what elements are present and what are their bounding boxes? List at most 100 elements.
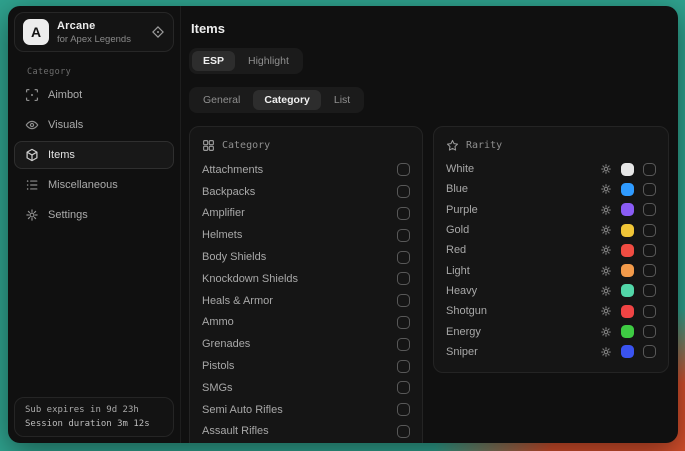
rarity-color-swatch[interactable]: [621, 244, 634, 257]
category-row: Body Shields: [202, 246, 410, 268]
sidebar-item[interactable]: Settings: [14, 201, 174, 229]
sidebar-nav: Aimbot Visuals: [8, 80, 180, 230]
category-panel-title: Category: [222, 140, 270, 151]
rarity-checkbox[interactable]: [643, 224, 656, 237]
page-title: Items: [191, 21, 670, 36]
sidebar: A Arcane for Apex Legends Category: [8, 6, 181, 443]
category-row: Heals & Armor: [202, 290, 410, 312]
sidebar-item-label: Visuals: [48, 119, 83, 131]
category-row-label: Pistols: [202, 360, 234, 372]
sidebar-item[interactable]: Visuals: [14, 111, 174, 139]
rarity-color-swatch[interactable]: [621, 203, 634, 216]
rarity-settings-gear-icon[interactable]: [600, 163, 612, 175]
category-row-label: Attachments: [202, 164, 263, 176]
rarity-checkbox[interactable]: [643, 284, 656, 297]
rarity-settings-gear-icon[interactable]: [600, 326, 612, 338]
sidebar-item[interactable]: Miscellaneous: [14, 171, 174, 199]
rarity-settings-gear-icon[interactable]: [600, 204, 612, 216]
category-row-label: SMGs: [202, 382, 233, 394]
sidebar-item-label: Items: [48, 149, 75, 161]
rarity-color-swatch[interactable]: [621, 305, 634, 318]
category-row: Knockdown Shields: [202, 268, 410, 290]
category-panel: Category Attachments Backpacks Amplifier: [189, 126, 423, 443]
category-row: Amplifier: [202, 203, 410, 225]
app-name: Arcane: [57, 20, 131, 32]
rarity-row: Blue: [446, 179, 656, 199]
category-row-label: Grenades: [202, 338, 250, 350]
category-checkbox[interactable]: [397, 338, 410, 351]
category-checkbox[interactable]: [397, 360, 410, 373]
category-row: Ammo: [202, 312, 410, 334]
rarity-settings-gear-icon[interactable]: [600, 265, 612, 277]
rarity-color-swatch[interactable]: [621, 264, 634, 277]
rarity-row-label: Shotgun: [446, 305, 591, 317]
rarity-settings-gear-icon[interactable]: [600, 183, 612, 195]
category-checkbox[interactable]: [397, 163, 410, 176]
category-checkbox[interactable]: [397, 207, 410, 220]
rarity-row-label: Gold: [446, 224, 591, 236]
rarity-row-label: Light: [446, 265, 591, 277]
sidebar-item[interactable]: Items: [14, 141, 174, 169]
app-subtitle: for Apex Legends: [57, 34, 131, 45]
rarity-checkbox[interactable]: [643, 244, 656, 257]
crosshair-icon: [25, 88, 39, 102]
category-checkbox[interactable]: [397, 229, 410, 242]
category-checkbox[interactable]: [397, 185, 410, 198]
rarity-settings-gear-icon[interactable]: [600, 285, 612, 297]
sidebar-item-label: Miscellaneous: [48, 179, 118, 191]
eye-icon: [25, 118, 39, 132]
rarity-checkbox[interactable]: [643, 163, 656, 176]
rarity-row-label: Purple: [446, 204, 591, 216]
gear-icon: [25, 208, 39, 222]
rarity-row: Energy: [446, 321, 656, 341]
grid-icon: [202, 139, 215, 152]
category-checkbox[interactable]: [397, 316, 410, 329]
mode-toggle: ESPHighlight: [189, 48, 303, 74]
mode-toggle-option[interactable]: ESP: [192, 51, 235, 71]
rarity-color-swatch[interactable]: [621, 163, 634, 176]
cube-icon: [25, 148, 39, 162]
category-row: Assault Rifles: [202, 421, 410, 443]
rarity-panel-title: Rarity: [466, 140, 502, 151]
category-row: LMGs: [202, 442, 410, 443]
rarity-row: Red: [446, 240, 656, 260]
rarity-checkbox[interactable]: [643, 183, 656, 196]
category-checkbox[interactable]: [397, 403, 410, 416]
rarity-row: Heavy: [446, 281, 656, 301]
rarity-settings-gear-icon[interactable]: [600, 224, 612, 236]
rarity-row-label: Blue: [446, 183, 591, 195]
rarity-color-swatch[interactable]: [621, 325, 634, 338]
sidebar-item[interactable]: Aimbot: [14, 81, 174, 109]
tab[interactable]: List: [323, 90, 361, 110]
category-row: Backpacks: [202, 181, 410, 203]
rarity-settings-gear-icon[interactable]: [600, 244, 612, 256]
category-row-label: Heals & Armor: [202, 295, 273, 307]
tab[interactable]: Category: [253, 90, 321, 110]
category-row: Pistols: [202, 355, 410, 377]
rarity-checkbox[interactable]: [643, 203, 656, 216]
rarity-color-swatch[interactable]: [621, 183, 634, 196]
rarity-checkbox[interactable]: [643, 305, 656, 318]
rarity-checkbox[interactable]: [643, 264, 656, 277]
rarity-checkbox[interactable]: [643, 325, 656, 338]
rarity-color-swatch[interactable]: [621, 224, 634, 237]
mode-toggle-option[interactable]: Highlight: [237, 51, 300, 71]
rarity-settings-gear-icon[interactable]: [600, 305, 612, 317]
category-row-label: Amplifier: [202, 207, 245, 219]
category-checkbox[interactable]: [397, 272, 410, 285]
rarity-color-swatch[interactable]: [621, 345, 634, 358]
rarity-checkbox[interactable]: [643, 345, 656, 358]
sidebar-section-label: Category: [27, 67, 180, 77]
category-row-label: Semi Auto Rifles: [202, 404, 283, 416]
category-row-label: Knockdown Shields: [202, 273, 298, 285]
category-checkbox[interactable]: [397, 251, 410, 264]
rarity-row: Gold: [446, 220, 656, 240]
category-checkbox[interactable]: [397, 425, 410, 438]
rarity-panel: Rarity White: [433, 126, 669, 373]
category-checkbox[interactable]: [397, 381, 410, 394]
rarity-settings-gear-icon[interactable]: [600, 346, 612, 358]
category-checkbox[interactable]: [397, 294, 410, 307]
target-icon[interactable]: [151, 25, 165, 39]
rarity-color-swatch[interactable]: [621, 284, 634, 297]
tab[interactable]: General: [192, 90, 251, 110]
